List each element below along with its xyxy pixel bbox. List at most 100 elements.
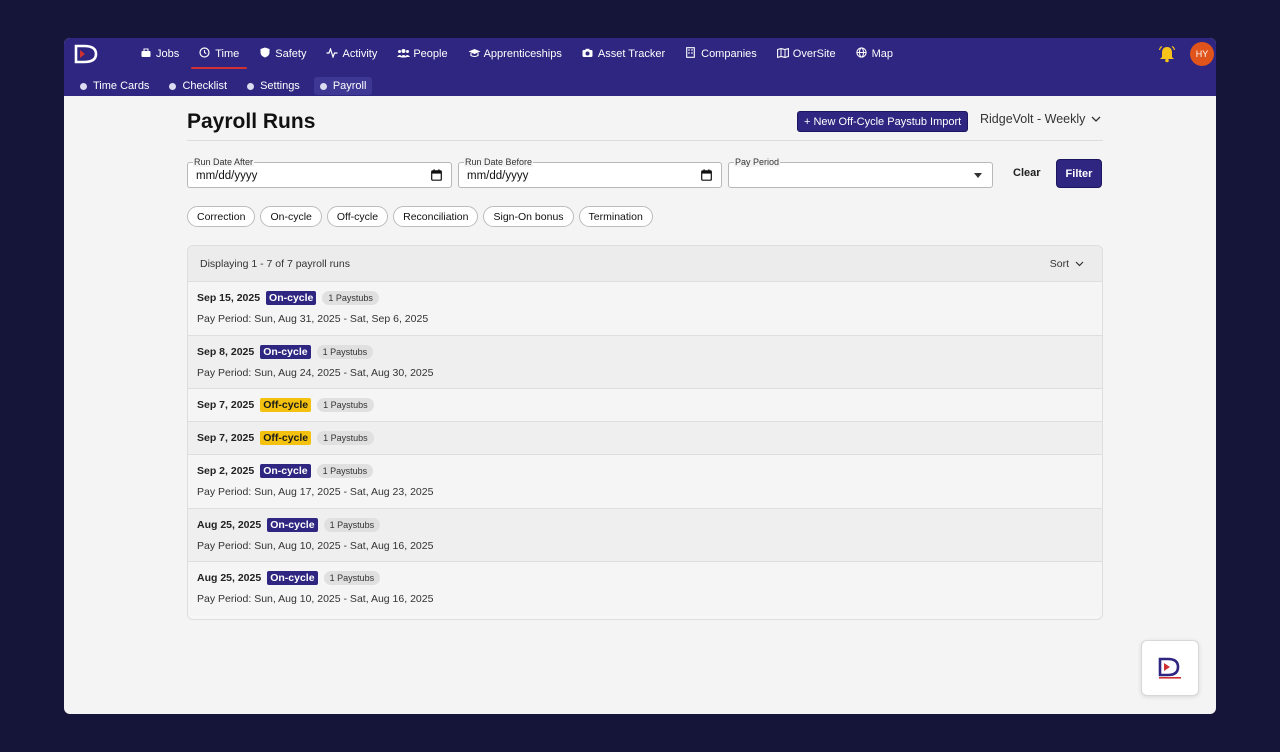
payroll-run-row[interactable]: Sep 8, 2025 On-cycle 1 Paystubs Pay Peri… <box>188 335 1102 389</box>
row-header: Sep 7, 2025 Off-cycle 1 Paystubs <box>197 431 374 445</box>
globe-icon <box>855 47 867 61</box>
nav-item-activity[interactable]: Activity <box>316 38 387 70</box>
payroll-run-row[interactable]: Sep 15, 2025 On-cycle 1 Paystubs Pay Per… <box>188 282 1102 336</box>
pay-period-text: Pay Period: Sun, Aug 10, 2025 - Sat, Aug… <box>197 539 434 552</box>
pay-period-select[interactable]: Pay Period <box>728 157 993 188</box>
chip-termination[interactable]: Termination <box>578 206 653 227</box>
field-value: mm/dd/yyyy <box>196 170 258 182</box>
bullet-icon <box>319 82 327 90</box>
subnav-item-payroll[interactable]: Payroll <box>313 77 373 95</box>
calendar-icon[interactable] <box>701 169 712 181</box>
camera-icon <box>582 48 593 61</box>
sub-navigation: Time Cards Checklist Settings Payroll <box>74 76 373 96</box>
run-date-after-field[interactable]: Run Date After mm/dd/yyyy <box>187 157 452 188</box>
user-avatar[interactable]: HY <box>1190 42 1214 66</box>
field-label: Run Date After <box>193 157 255 167</box>
subnav-item-label: Checklist <box>182 80 228 92</box>
subnav-item-time-cards[interactable]: Time Cards <box>74 77 155 95</box>
dispatch-logo[interactable] <box>74 44 100 64</box>
bullet-icon <box>169 82 177 90</box>
payroll-run-row[interactable]: Sep 7, 2025 Off-cycle 1 Paystubs <box>188 389 1102 422</box>
run-date: Sep 7, 2025 <box>197 432 255 444</box>
chip-on-cycle[interactable]: On-cycle <box>260 206 322 227</box>
paystubs-count: 1 Paystubs <box>317 398 374 412</box>
row-header: Aug 25, 2025 On-cycle 1 Paystubs <box>197 571 381 585</box>
chip-correction[interactable]: Correction <box>187 206 256 227</box>
row-header: Aug 25, 2025 On-cycle 1 Paystubs <box>197 517 381 532</box>
nav-item-label: Safety <box>275 48 307 60</box>
row-header: Sep 15, 2025 On-cycle 1 Paystubs <box>197 291 379 305</box>
divider <box>187 140 1103 141</box>
payroll-runs-list: Displaying 1 - 7 of 7 payroll runs Sort … <box>187 245 1103 620</box>
calendar-icon[interactable] <box>431 169 442 181</box>
payroll-run-row[interactable]: Sep 7, 2025 Off-cycle 1 Paystubs <box>188 422 1102 455</box>
nav-item-label: Activity <box>342 48 378 60</box>
nav-item-oversite[interactable]: OverSite <box>767 38 846 70</box>
payroll-run-row[interactable]: Aug 25, 2025 On-cycle 1 Paystubs Pay Per… <box>188 562 1102 616</box>
chip-off-cycle[interactable]: Off-cycle <box>326 206 389 227</box>
subnav-item-checklist[interactable]: Checklist <box>163 77 233 95</box>
run-date: Sep 8, 2025 <box>197 345 255 358</box>
support-chat-button[interactable] <box>1141 640 1199 696</box>
nav-item-asset-tracker[interactable]: Asset Tracker <box>572 38 675 70</box>
subnav-item-settings[interactable]: Settings <box>241 77 306 95</box>
type-badge: On-cycle <box>260 344 311 359</box>
page-title: Payroll Runs <box>187 110 316 133</box>
run-date: Aug 25, 2025 <box>197 518 262 531</box>
field-label: Pay Period <box>734 157 781 167</box>
chip-reconciliation[interactable]: Reconciliation <box>393 206 479 227</box>
new-off-cycle-import-button[interactable]: + New Off-Cycle Paystub Import <box>797 111 969 132</box>
type-badge: On-cycle <box>267 571 318 585</box>
dispatch-logo <box>1158 657 1181 679</box>
people-icon <box>397 48 411 61</box>
chevron-down-icon <box>1075 261 1084 267</box>
company-select[interactable]: RidgeVolt - Weekly <box>980 112 1101 126</box>
run-date: Sep 2, 2025 <box>197 465 255 477</box>
nav-item-label: Companies <box>701 48 757 60</box>
run-date-before-field[interactable]: Run Date Before mm/dd/yyyy <box>458 157 722 188</box>
row-header: Sep 7, 2025 Off-cycle 1 Paystubs <box>197 398 374 412</box>
filter-button[interactable]: Filter <box>1056 159 1102 188</box>
nav-item-time[interactable]: Time <box>189 38 249 70</box>
nav-item-label: Time <box>215 48 240 60</box>
bullet-icon <box>247 82 255 90</box>
nav-item-label: Apprenticeships <box>483 48 562 60</box>
result-count: Displaying 1 - 7 of 7 payroll runs <box>200 258 350 270</box>
pay-period-text: Pay Period: Sun, Aug 31, 2025 - Sat, Sep… <box>197 313 429 325</box>
nav-item-companies[interactable]: Companies <box>675 38 767 70</box>
chip-sign-on-bonus[interactable]: Sign-On bonus <box>483 206 574 227</box>
nav-item-map[interactable]: Map <box>846 38 903 70</box>
paystubs-count: 1 Paystubs <box>316 344 374 359</box>
paystubs-count: 1 Paystubs <box>322 291 379 305</box>
nav-item-apprenticeships[interactable]: Apprenticeships <box>458 38 572 70</box>
nav-item-people[interactable]: People <box>387 38 457 70</box>
list-header: Displaying 1 - 7 of 7 payroll runs Sort <box>188 246 1102 282</box>
paystubs-count: 1 Paystubs <box>323 571 381 585</box>
app-window: Jobs Time Safety Activity People Apprent… <box>64 38 1216 714</box>
paystubs-count: 1 Paystubs <box>323 517 381 532</box>
company-select-value: RidgeVolt - Weekly <box>980 112 1086 126</box>
payroll-run-row[interactable]: Sep 2, 2025 On-cycle 1 Paystubs Pay Peri… <box>188 455 1102 509</box>
nav-item-safety[interactable]: Safety <box>249 38 316 70</box>
type-badge: On-cycle <box>266 291 317 305</box>
payroll-run-row[interactable]: Aug 25, 2025 On-cycle 1 Paystubs Pay Per… <box>188 508 1102 562</box>
pay-period-text: Pay Period: Sun, Aug 24, 2025 - Sat, Aug… <box>197 366 434 379</box>
field-value: mm/dd/yyyy <box>467 170 529 182</box>
nav-item-jobs[interactable]: Jobs <box>130 38 189 70</box>
nav-item-label: Asset Tracker <box>597 48 666 60</box>
type-badge: Off-cycle <box>260 398 312 412</box>
clear-button[interactable]: Clear <box>1013 167 1041 179</box>
caret-down-icon <box>974 173 982 178</box>
sort-dropdown[interactable]: Sort <box>1050 258 1084 270</box>
chevron-down-icon <box>1091 116 1101 122</box>
map-book-icon <box>776 47 789 61</box>
type-badge: Off-cycle <box>260 431 312 445</box>
notification-bell-icon[interactable] <box>1158 45 1176 63</box>
pay-period-text: Pay Period: Sun, Aug 17, 2025 - Sat, Aug… <box>197 486 434 498</box>
main-nav: Jobs Time Safety Activity People Apprent… <box>130 38 903 70</box>
building-icon <box>685 47 696 61</box>
type-badge: On-cycle <box>260 464 311 478</box>
top-navigation-bar: Jobs Time Safety Activity People Apprent… <box>64 38 1216 96</box>
type-badge: On-cycle <box>267 517 318 532</box>
subnav-item-label: Payroll <box>332 80 367 92</box>
